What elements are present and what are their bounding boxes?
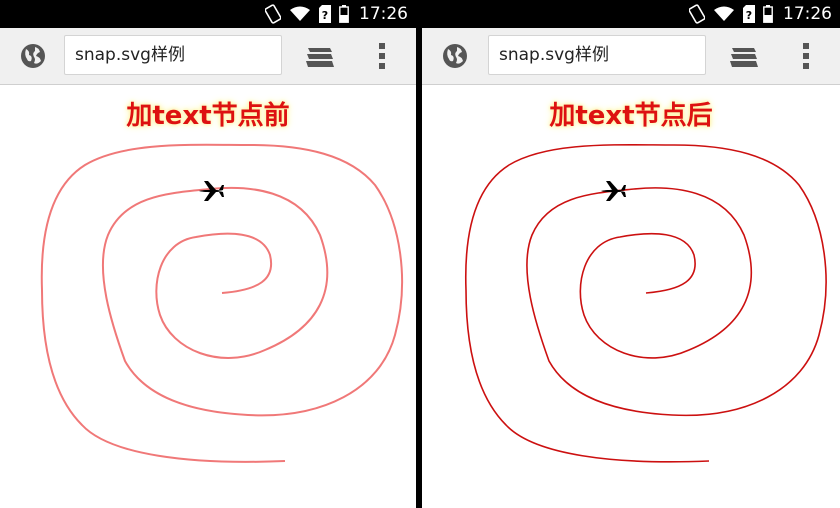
- overflow-menu-icon[interactable]: [802, 42, 810, 70]
- page-content: 加text节点后: [422, 85, 840, 508]
- overflow-menu-icon[interactable]: [378, 42, 386, 70]
- tabs-icon[interactable]: [306, 46, 334, 68]
- status-time: 17:26: [783, 4, 832, 24]
- tabs-icon[interactable]: [730, 46, 758, 68]
- status-bar: ? 17:26: [422, 0, 840, 28]
- spiral-canvas: [464, 143, 827, 463]
- screenshot-after: ? 17:26 snap.svg样例 加text节点后: [422, 0, 840, 508]
- spiral-path: [464, 143, 827, 463]
- sim-alert-icon: ?: [743, 5, 755, 23]
- sim-alert-icon: ?: [319, 5, 331, 23]
- wifi-icon: [714, 6, 734, 21]
- battery-icon: [339, 5, 349, 23]
- browser-toolbar: snap.svg样例: [422, 28, 840, 85]
- browser-toolbar: snap.svg样例: [0, 28, 416, 85]
- globe-icon[interactable]: [442, 43, 468, 69]
- airplane-icon: [199, 181, 224, 201]
- wifi-icon: [290, 6, 310, 21]
- spiral-canvas: [40, 143, 404, 463]
- page-content: 加text节点前: [0, 85, 416, 508]
- battery-icon: [763, 5, 773, 23]
- url-field[interactable]: snap.svg样例: [488, 35, 706, 75]
- status-bar: ? 17:26: [0, 0, 416, 28]
- screen-rotation-icon: [689, 4, 705, 24]
- status-time: 17:26: [359, 4, 408, 24]
- url-field[interactable]: snap.svg样例: [64, 35, 282, 75]
- screenshot-before: ? 17:26 snap.svg样例 加text节点前: [0, 0, 416, 508]
- svg-text:?: ?: [322, 9, 328, 22]
- airplane-icon: [601, 181, 626, 201]
- screen-rotation-icon: [265, 4, 281, 24]
- globe-icon[interactable]: [20, 43, 46, 69]
- svg-text:?: ?: [746, 9, 752, 22]
